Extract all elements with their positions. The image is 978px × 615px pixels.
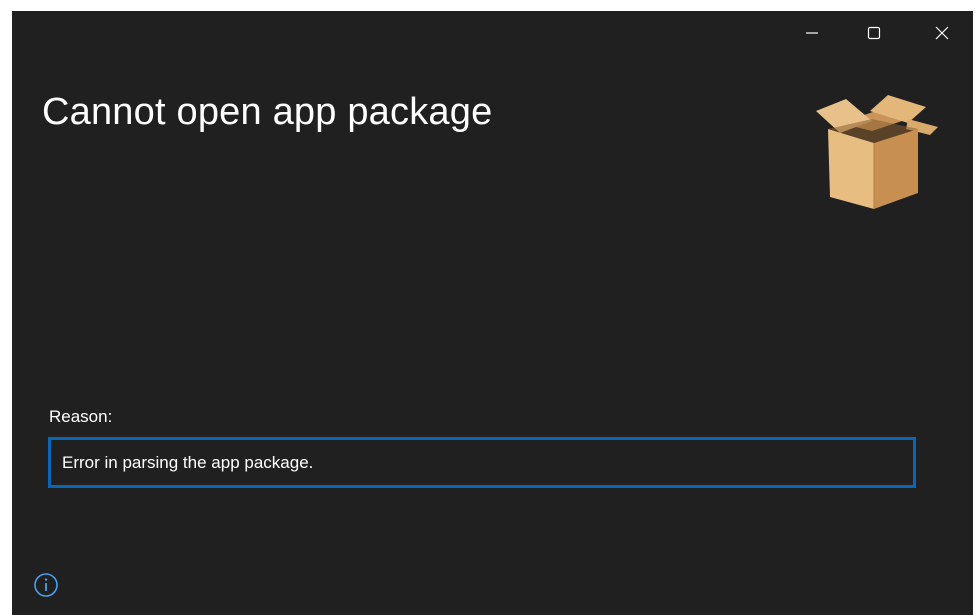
reason-field[interactable]: Error in parsing the app package. <box>48 437 916 488</box>
app-installer-window: Cannot open app package Reason: Error in… <box>12 11 973 615</box>
reason-text: Error in parsing the app package. <box>62 452 314 472</box>
maximize-icon <box>867 26 881 40</box>
close-button[interactable] <box>919 11 965 55</box>
minimize-icon <box>806 32 818 34</box>
reason-label: Reason: <box>49 407 113 426</box>
page-title: Cannot open app package <box>42 91 493 133</box>
info-icon <box>34 573 58 597</box>
package-box-icon <box>816 95 938 209</box>
minimize-button[interactable] <box>789 11 835 55</box>
close-icon <box>935 26 949 40</box>
info-button[interactable] <box>32 571 60 599</box>
maximize-button[interactable] <box>851 11 897 55</box>
